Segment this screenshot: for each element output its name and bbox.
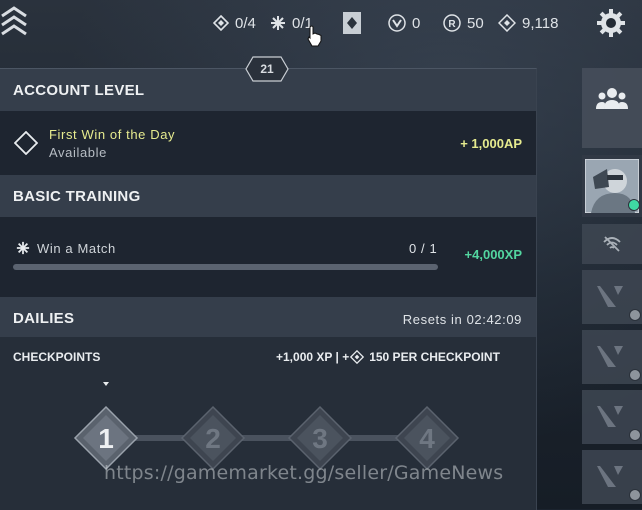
dailies-title: DAILIES xyxy=(13,310,75,327)
gear-icon[interactable] xyxy=(596,8,626,38)
checkpoint-number: 2 xyxy=(205,423,221,454)
checkpoint-kc-icon xyxy=(350,350,365,364)
checkpoint-connector xyxy=(348,435,399,441)
win-a-match-row[interactable]: Win a Match 0 / 1 +4,000XP xyxy=(0,217,536,297)
valorant-points-value: 0 xyxy=(412,14,421,32)
checkpoints-label: CHECKPOINTS xyxy=(13,350,101,364)
party-slot[interactable] xyxy=(582,390,642,444)
first-win-row[interactable]: First Win of the Day Available + 1,000AP xyxy=(0,111,536,175)
first-win-diamond-icon xyxy=(14,131,38,155)
win-match-progress: 0 / 1 xyxy=(409,241,438,256)
valorant-logo-icon xyxy=(597,406,623,427)
radianite-points[interactable]: R 50 xyxy=(443,13,484,33)
kingdom-credits-counter[interactable]: 0/4 xyxy=(213,13,256,33)
radianite-star-icon xyxy=(271,16,285,30)
checkpoint-connector xyxy=(134,435,185,441)
first-win-reward: + 1,000AP xyxy=(460,136,522,151)
slot-status-dot xyxy=(629,309,641,321)
checkpoint-2[interactable]: 2 xyxy=(180,405,246,471)
rp-icon: R xyxy=(443,14,461,32)
first-win-status: Available xyxy=(49,145,107,160)
checkpoint-3[interactable]: 3 xyxy=(287,405,353,471)
progress-panel: ACCOUNT LEVEL First Win of the Day Avail… xyxy=(0,68,537,510)
valorant-points[interactable]: 0 xyxy=(388,13,420,33)
checkpoint-number: 1 xyxy=(98,423,114,454)
rank-badge[interactable] xyxy=(343,12,361,34)
no-signal-icon xyxy=(603,236,621,252)
checkpoint-kc: 150 PER CHECKPOINT xyxy=(369,350,500,364)
friends-icon xyxy=(596,88,628,109)
checkpoint-1[interactable]: 1 xyxy=(73,405,139,471)
kingdom-credit-icon xyxy=(213,15,229,31)
party-slot[interactable] xyxy=(582,330,642,384)
radianite-points-value: 50 xyxy=(467,14,484,32)
checkpoint-connector xyxy=(241,435,292,441)
win-match-star-icon xyxy=(16,241,30,255)
watermark: https://gamemarket.gg/seller/GameNews xyxy=(104,462,504,484)
kc-icon xyxy=(498,14,516,32)
hand-cursor-icon xyxy=(307,25,322,47)
logo-chevron-icon[interactable] xyxy=(0,4,30,40)
account-level-badge: 21 xyxy=(245,56,289,82)
online-status-dot xyxy=(628,199,640,211)
valorant-logo-icon xyxy=(597,346,623,367)
slot-status-dot xyxy=(629,429,641,441)
player-card-button[interactable] xyxy=(582,155,642,217)
party-signal-button[interactable] xyxy=(582,224,642,264)
vp-icon xyxy=(388,14,406,32)
win-match-reward: +4,000XP xyxy=(464,247,522,262)
checkpoint-4[interactable]: 4 xyxy=(394,405,460,471)
basic-training-title: BASIC TRAINING xyxy=(13,188,141,205)
social-button[interactable] xyxy=(582,68,642,148)
dailies-header: DAILIES Resets in 02:42:09 xyxy=(0,297,536,337)
checkpoints-area: CHECKPOINTS +1,000 XP | + 150 PER CHECKP… xyxy=(0,337,536,510)
valorant-logo-icon xyxy=(597,466,623,487)
win-match-progress-bar xyxy=(13,264,438,270)
rank-diamond-icon xyxy=(343,12,361,34)
party-slot[interactable] xyxy=(582,450,642,504)
dailies-reset-timer: Resets in 02:42:09 xyxy=(402,312,522,327)
checkpoint-reward-text: +1,000 XP | + 150 PER CHECKPOINT xyxy=(276,350,500,364)
top-bar: 0/4 0/1 0 R 50 9,118 xyxy=(0,0,642,48)
kingdom-points-value: 9,118 xyxy=(522,14,559,32)
kingdom-points[interactable]: 9,118 xyxy=(498,13,558,33)
account-level-number: 21 xyxy=(260,62,274,76)
account-level-title: ACCOUNT LEVEL xyxy=(13,82,145,99)
slot-status-dot xyxy=(629,369,641,381)
win-match-label: Win a Match xyxy=(37,241,116,256)
slot-status-dot xyxy=(629,489,641,501)
svg-text:R: R xyxy=(448,19,456,30)
checkpoint-xp: +1,000 XP | + xyxy=(276,350,350,364)
first-win-title: First Win of the Day xyxy=(49,127,176,142)
checkpoint-number: 3 xyxy=(312,423,328,454)
kingdom-credits-value: 0/4 xyxy=(235,14,256,32)
selected-marker-icon xyxy=(103,382,109,386)
basic-training-header: BASIC TRAINING xyxy=(0,175,536,217)
checkpoint-number: 4 xyxy=(419,423,435,454)
party-slot[interactable] xyxy=(582,270,642,324)
valorant-logo-icon xyxy=(597,286,623,307)
